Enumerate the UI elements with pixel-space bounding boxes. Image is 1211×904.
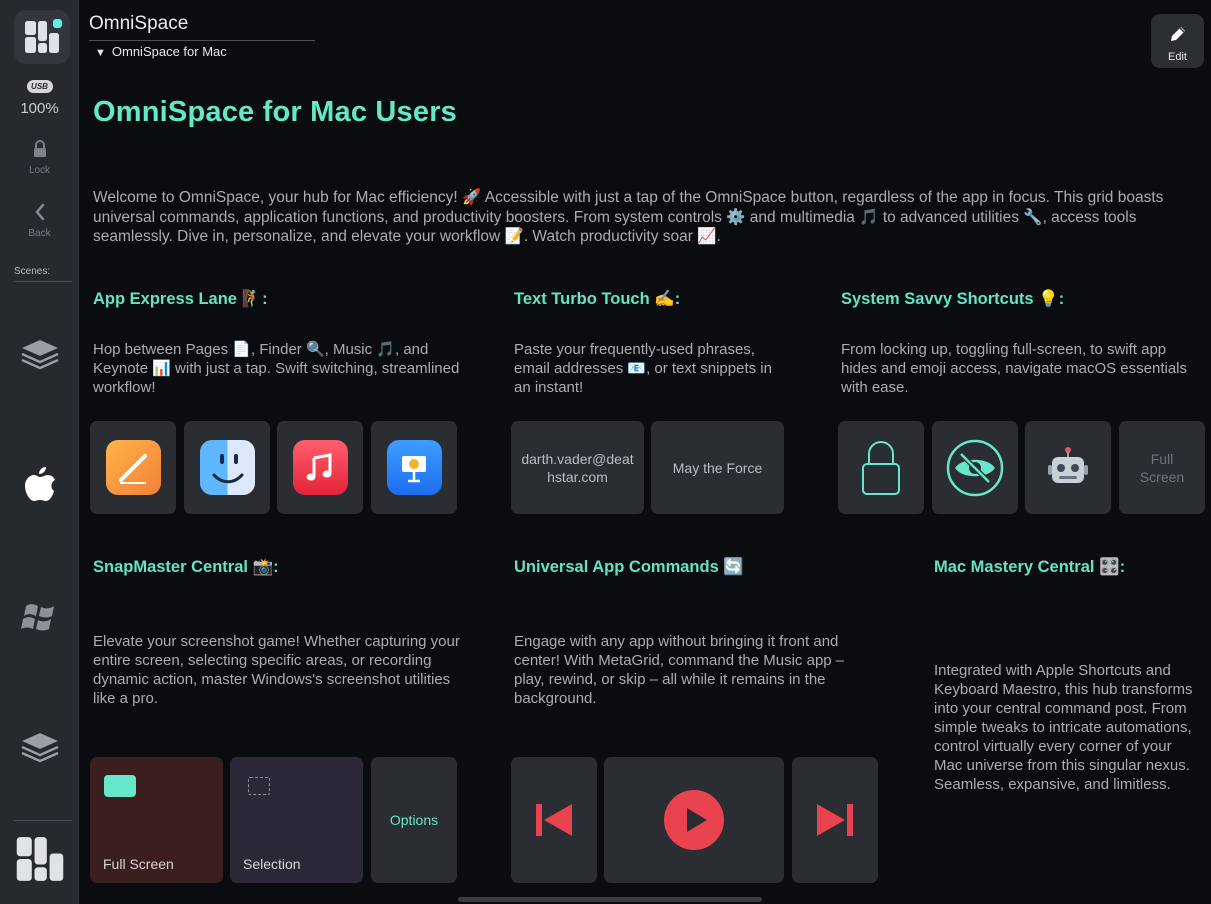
back-button[interactable]: Back bbox=[0, 203, 79, 239]
eye-slash-icon bbox=[946, 439, 1004, 496]
finder-app-button[interactable] bbox=[184, 421, 270, 514]
usb-badge: USB bbox=[26, 80, 53, 93]
windows-icon bbox=[20, 604, 54, 631]
section-desc-system-savvy: From locking up, toggling full-screen, t… bbox=[841, 341, 1188, 396]
status-dot bbox=[53, 19, 62, 28]
screen-icon bbox=[104, 775, 136, 797]
robot-icon bbox=[1048, 446, 1088, 483]
snippet-phrase-button[interactable]: May the Force bbox=[651, 421, 784, 514]
snippet-email-button[interactable]: darth.vader@deathstar.com bbox=[511, 421, 644, 514]
section-title-snapmaster: SnapMaster Central 📸: bbox=[93, 558, 279, 576]
edit-label: Edit bbox=[1168, 51, 1187, 63]
selection-marquee-icon bbox=[248, 777, 270, 795]
music-rewind-button[interactable] bbox=[511, 757, 597, 883]
section-desc-app-express: Hop between Pages 📄, Finder 🔍, Music 🎵, … bbox=[93, 341, 460, 396]
lock-screen-button[interactable] bbox=[838, 421, 924, 514]
layers-icon bbox=[21, 733, 58, 763]
battery-percent: 100% bbox=[20, 100, 59, 117]
section-title-universal: Universal App Commands 🔄 bbox=[514, 558, 744, 576]
scene-layers-top[interactable] bbox=[0, 337, 79, 378]
page-title: OmniSpace for Mac Users bbox=[93, 96, 458, 128]
sidebar: USB 100% Lock Back Scenes: bbox=[0, 0, 79, 904]
finder-icon bbox=[199, 440, 255, 495]
section-title-system-savvy: System Savvy Shortcuts 💡: bbox=[841, 290, 1065, 308]
scene-layers-bottom[interactable] bbox=[0, 730, 79, 771]
section-desc-mac-mastery: Integrated with Apple Shortcuts and Keyb… bbox=[934, 662, 1193, 793]
lock-label: Lock bbox=[28, 165, 51, 176]
disclosure-triangle-icon: ▼ bbox=[95, 47, 106, 59]
scenes-label: Scenes: bbox=[14, 266, 72, 282]
hide-app-button[interactable] bbox=[932, 421, 1018, 514]
keynote-icon bbox=[386, 440, 442, 495]
section-title-text-turbo: Text Turbo Touch ✍️: bbox=[514, 290, 681, 308]
music-play-button[interactable] bbox=[604, 757, 784, 883]
full-screen-toggle-button[interactable]: Full Screen bbox=[1119, 421, 1205, 514]
screenshot-full-screen-button[interactable]: Full Screen bbox=[90, 757, 223, 883]
lock-button[interactable]: Lock bbox=[0, 140, 79, 176]
screenshot-selection-button[interactable]: Selection bbox=[230, 757, 363, 883]
screenshot-selection-label: Selection bbox=[243, 856, 301, 872]
grid-logo-icon bbox=[16, 837, 63, 881]
emoji-picker-button[interactable] bbox=[1025, 421, 1111, 514]
battery-indicator: USB bbox=[0, 76, 79, 94]
music-skip-button[interactable] bbox=[792, 757, 878, 883]
music-app-button[interactable] bbox=[277, 421, 363, 514]
section-title-mac-mastery: Mac Mastery Central 🎛️: bbox=[934, 558, 1126, 576]
section-desc-universal: Engage with any app without bringing it … bbox=[514, 633, 845, 707]
screenshot-full-screen-label: Full Screen bbox=[103, 856, 174, 872]
apple-icon bbox=[24, 467, 55, 501]
back-label: Back bbox=[28, 228, 51, 239]
music-icon bbox=[292, 440, 348, 495]
scene-mac[interactable] bbox=[0, 465, 79, 510]
play-circle-icon bbox=[664, 790, 724, 850]
skip-forward-icon bbox=[817, 804, 853, 836]
pages-icon bbox=[105, 440, 161, 495]
lock-icon bbox=[862, 440, 900, 495]
keynote-app-button[interactable] bbox=[371, 421, 457, 514]
page-selector-label: OmniSpace for Mac bbox=[111, 44, 227, 59]
title-underline bbox=[89, 40, 315, 41]
layers-icon bbox=[21, 340, 58, 370]
skip-back-icon bbox=[536, 804, 572, 836]
section-title-app-express: App Express Lane 🧗: bbox=[93, 290, 268, 308]
edit-button[interactable]: Edit bbox=[1151, 14, 1204, 68]
pages-app-button[interactable] bbox=[90, 421, 176, 514]
section-desc-snapmaster: Elevate your screenshot game! Whether ca… bbox=[93, 633, 460, 707]
chevron-left-icon bbox=[34, 203, 44, 221]
pencil-icon bbox=[1170, 27, 1185, 41]
omnispace-logo-button[interactable] bbox=[14, 10, 70, 64]
home-grid-button[interactable] bbox=[0, 834, 79, 889]
scene-windows[interactable] bbox=[0, 600, 79, 641]
intro-text: Welcome to OmniSpace, your hub for Mac e… bbox=[93, 189, 1164, 245]
page-selector[interactable]: ▼ OmniSpace for Mac bbox=[95, 44, 227, 59]
app-title: OmniSpace bbox=[89, 13, 189, 34]
lock-icon bbox=[33, 140, 46, 157]
section-desc-text-turbo: Paste your frequently-used phrases, emai… bbox=[514, 341, 772, 396]
sidebar-divider bbox=[14, 820, 72, 821]
home-indicator bbox=[458, 897, 762, 902]
screenshot-options-button[interactable]: Options bbox=[371, 757, 457, 883]
